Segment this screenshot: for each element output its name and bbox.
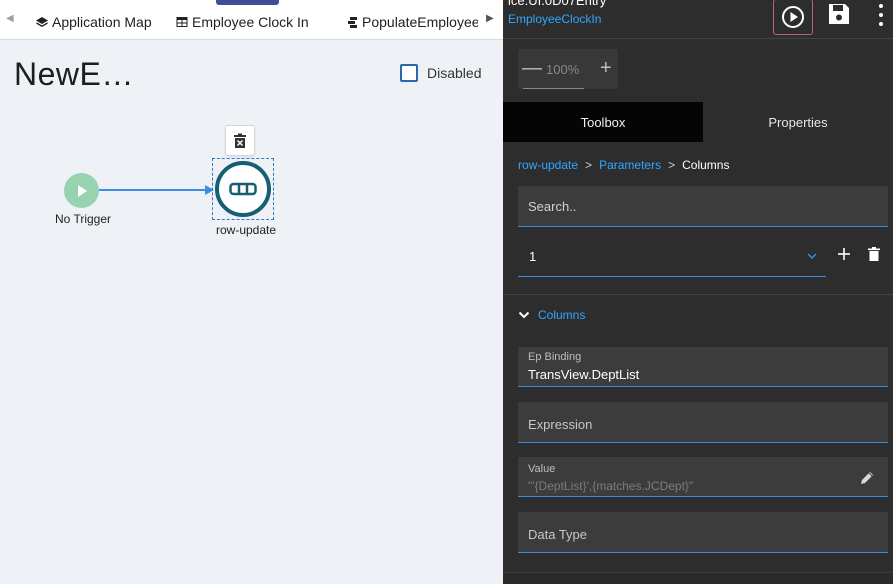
ep-binding-field[interactable]: Ep Binding TransView.DeptList [518,347,888,387]
breadcrumb-row-update[interactable]: row-update [518,158,578,172]
side-panel: ice.UI.0D07Entry EmployeeClockIn — 100% … [503,0,893,584]
zoom-out-button[interactable]: — [522,57,542,80]
disabled-checkbox[interactable] [400,64,418,82]
flow-title[interactable]: NewE… [14,56,134,93]
tab-label: Application Map [52,14,152,30]
pencil-icon[interactable] [859,470,875,486]
play-icon [77,184,87,197]
value-label: Value [528,463,556,475]
save-button[interactable] [826,1,852,27]
stack-icon [348,17,357,28]
item-selector-value: 1 [529,249,537,264]
value-field[interactable]: Value "'{DeptList}',{matches.JCDept}" [518,457,888,497]
breadcrumb-parameters[interactable]: Parameters [599,158,661,172]
chevron-down-icon [807,253,817,260]
chevron-down-icon [518,311,530,319]
expression-field[interactable]: Expression [518,402,888,443]
trigger-node[interactable] [64,173,99,208]
trigger-node-label: No Trigger [55,212,112,226]
tab-label: PopulateEmployeeC [362,14,478,30]
tab-populate-employee[interactable]: PopulateEmployeeC [345,14,478,30]
breadcrumb-separator: > [668,158,676,172]
expression-placeholder: Expression [528,417,593,432]
ellipsis-icon [229,182,257,196]
item-selector[interactable]: 1 [518,240,826,277]
plus-icon [838,248,850,260]
search-input[interactable] [518,186,888,226]
tab-toolbox[interactable]: Toolbox [503,102,703,142]
panel-subtitle-link[interactable]: EmployeeClockIn [508,12,601,26]
data-type-field[interactable]: Data Type [518,512,888,553]
breadcrumb-current: Columns [682,158,730,172]
data-type-placeholder: Data Type [528,527,588,542]
ep-binding-value[interactable]: TransView.DeptList [528,367,639,382]
row-update-node-label: row-update [216,223,277,237]
add-item-button[interactable] [836,246,852,262]
run-button[interactable] [773,0,813,35]
zoom-control: — 100% + [518,49,618,89]
zoom-in-button[interactable]: + [600,57,612,80]
delete-node-icon [234,133,246,148]
value-hint[interactable]: "'{DeptList}',{matches.JCDept}" [528,479,693,493]
designer-canvas[interactable]: ◀ Application Map Employee Clock In Popu… [0,0,503,584]
search-field [518,186,888,227]
play-circle-icon [782,6,804,28]
document-tab-bar: ◀ Application Map Employee Clock In Popu… [0,0,503,40]
ep-binding-label: Ep Binding [528,351,582,363]
tab-populate-employee-clip: PopulateEmployeeC [343,0,478,40]
zoom-underline [523,88,584,89]
delete-node-button[interactable] [225,125,255,156]
tab-employee-clock-in[interactable]: Employee Clock In [175,14,309,30]
disabled-toggle[interactable]: Disabled [400,64,481,82]
panel-bottom-strip [503,572,893,584]
trash-icon [868,247,880,261]
section-divider [503,294,893,295]
save-icon [829,4,849,24]
delete-item-button[interactable] [866,246,882,262]
tab-application-map[interactable]: Application Map [35,14,152,30]
tab-scroll-left-icon[interactable]: ◀ [6,13,14,24]
row-update-node[interactable] [215,161,271,217]
tab-label: Employee Clock In [192,14,309,30]
breadcrumb-separator: > [585,158,593,172]
layers-icon [36,17,48,28]
tab-scroll-right-icon[interactable]: ▶ [486,13,494,24]
more-options-icon[interactable] [874,4,888,26]
flow-connector[interactable] [99,189,207,191]
header-divider [503,38,893,39]
section-title: Columns [538,308,586,322]
columns-section-header[interactable]: Columns [518,308,585,322]
tab-properties[interactable]: Properties [703,102,893,142]
zoom-value[interactable]: 100% [546,62,579,77]
active-tab-indicator [216,0,279,5]
table-icon [176,17,188,27]
disabled-label: Disabled [427,65,482,81]
breadcrumb: row-update > Parameters > Columns [518,158,729,172]
panel-title: ice.UI.0D07Entry [508,0,607,8]
